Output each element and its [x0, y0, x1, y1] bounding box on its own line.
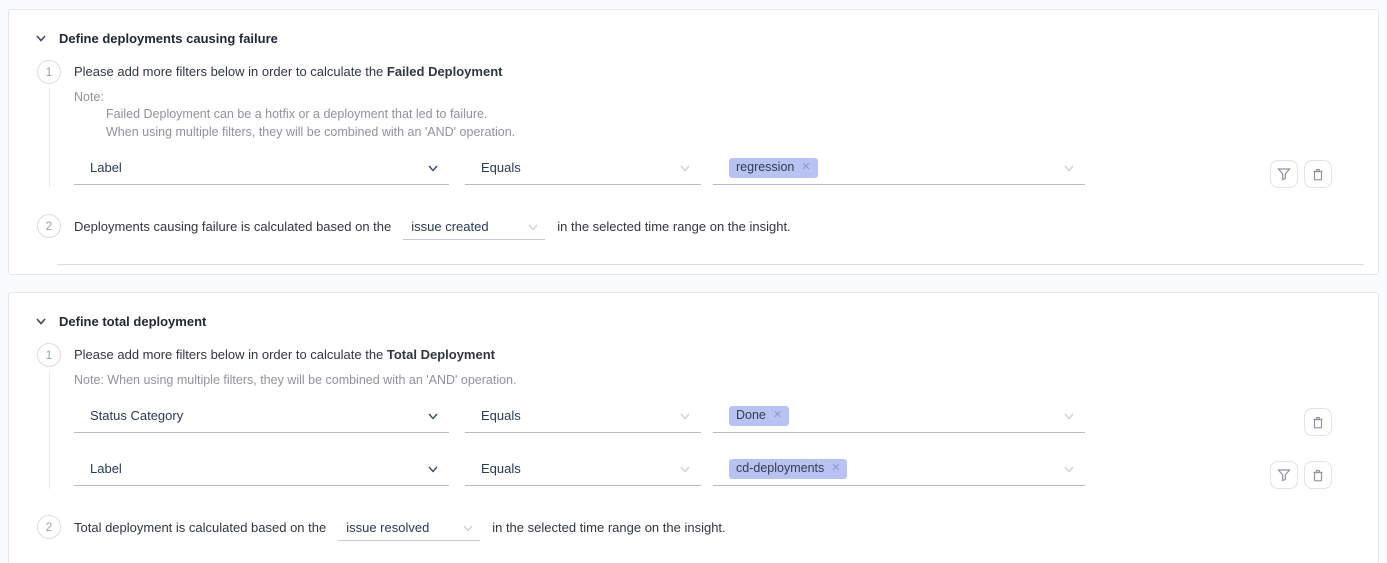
step-connector-line: [49, 88, 50, 188]
filter-operator-select[interactable]: Equals: [465, 152, 701, 185]
calc-basis-value: issue created: [411, 215, 488, 239]
calc-text-before: Total deployment is calculated based on …: [74, 516, 326, 540]
note-line: When using multiple filters, they will b…: [106, 124, 1364, 142]
chevron-down-icon: [35, 32, 47, 44]
chevron-down-icon: [427, 410, 439, 422]
chevron-down-icon: [679, 463, 691, 475]
step-2: 2 Deployments causing failure is calcula…: [9, 214, 1378, 240]
step-number-badge: 2: [37, 214, 61, 238]
section-deployments-causing-failure: Define deployments causing failure 1 Ple…: [8, 9, 1379, 275]
filter-operator-value: Equals: [481, 408, 521, 423]
step-number-badge: 1: [37, 343, 61, 367]
filter-attribute-select[interactable]: Status Category: [74, 400, 449, 433]
filter-operator-select[interactable]: Equals: [465, 400, 701, 433]
section-header-deployments-causing-failure[interactable]: Define deployments causing failure: [9, 30, 1378, 46]
note-label: Note:: [74, 89, 1364, 106]
filter-attribute-value: Label: [90, 461, 122, 476]
remove-tag-icon[interactable]: ✕: [773, 408, 782, 423]
filter-attribute-select[interactable]: Label: [74, 453, 449, 486]
value-tag: regression ✕: [729, 158, 818, 178]
value-tag-label: cd-deployments: [736, 461, 824, 476]
remove-tag-icon[interactable]: ✕: [801, 160, 810, 175]
filter-values-select[interactable]: regression ✕: [713, 152, 1085, 185]
value-tag-label: Done: [736, 408, 766, 423]
filter-values-select[interactable]: Done ✕: [713, 400, 1085, 433]
chevron-down-icon: [35, 315, 47, 327]
funnel-icon: [1277, 167, 1291, 181]
step-number-badge: 2: [37, 515, 61, 539]
chevron-down-icon: [427, 463, 439, 475]
filter-row: Status Category Equals Done ✕: [74, 396, 1364, 436]
chevron-down-icon: [1063, 410, 1075, 422]
filter-operator-value: Equals: [481, 160, 521, 175]
value-tag-label: regression: [736, 160, 794, 175]
instruction-text: Please add more filters below in order t…: [74, 64, 387, 79]
delete-filter-button[interactable]: [1304, 461, 1332, 489]
trash-icon: [1311, 415, 1325, 429]
chevron-down-icon: [1063, 463, 1075, 475]
chevron-down-icon: [427, 162, 439, 174]
instruction-metric-name: Failed Deployment: [387, 64, 503, 79]
filter-operator-value: Equals: [481, 461, 521, 476]
step-instruction: Please add more filters below in order t…: [74, 343, 1364, 367]
value-tag: Done ✕: [729, 406, 789, 426]
delete-filter-button[interactable]: [1304, 408, 1332, 436]
step-connector-line: [49, 371, 50, 489]
chevron-down-icon: [462, 522, 474, 534]
chevron-down-icon: [527, 221, 539, 233]
trash-icon: [1311, 167, 1325, 181]
calc-basis-select[interactable]: issue created: [403, 214, 545, 240]
calc-text-before: Deployments causing failure is calculate…: [74, 215, 391, 239]
chevron-down-icon: [679, 410, 691, 422]
calc-text-after: in the selected time range on the insigh…: [557, 215, 790, 239]
delete-filter-button[interactable]: [1304, 160, 1332, 188]
filter-attribute-value: Status Category: [90, 408, 183, 423]
section-title: Define total deployment: [59, 314, 206, 329]
note-line: Note: When using multiple filters, they …: [74, 372, 1364, 389]
trash-icon: [1311, 468, 1325, 482]
funnel-icon: [1277, 468, 1291, 482]
note-line: Failed Deployment can be a hotfix or a d…: [106, 106, 1364, 124]
instruction-text: Please add more filters below in order t…: [74, 347, 387, 362]
value-tag: cd-deployments ✕: [729, 459, 847, 479]
instruction-metric-name: Total Deployment: [387, 347, 495, 362]
step-instruction: Please add more filters below in order t…: [74, 60, 1364, 84]
section-title: Define deployments causing failure: [59, 31, 278, 46]
section-total-deployment: Define total deployment 1 Please add mor…: [8, 292, 1379, 563]
section-header-total-deployment[interactable]: Define total deployment: [9, 313, 1378, 329]
step-number-badge: 1: [37, 60, 61, 84]
filter-operator-select[interactable]: Equals: [465, 453, 701, 486]
advanced-filter-button[interactable]: [1270, 160, 1298, 188]
step-2: 2 Total deployment is calculated based o…: [9, 515, 1378, 541]
filter-row: Label Equals regression ✕: [74, 148, 1364, 188]
calc-text-after: in the selected time range on the insigh…: [492, 516, 725, 540]
advanced-filter-button[interactable]: [1270, 461, 1298, 489]
step-1: 1 Please add more filters below in order…: [9, 60, 1378, 188]
calc-basis-select[interactable]: issue resolved: [338, 515, 480, 541]
step-1: 1 Please add more filters below in order…: [9, 343, 1378, 489]
chevron-down-icon: [679, 162, 691, 174]
filter-row: Label Equals cd-deployments ✕: [74, 449, 1364, 489]
chevron-down-icon: [1063, 162, 1075, 174]
calc-basis-value: issue resolved: [346, 516, 429, 540]
filter-attribute-value: Label: [90, 160, 122, 175]
filter-attribute-select[interactable]: Label: [74, 152, 449, 185]
filter-values-select[interactable]: cd-deployments ✕: [713, 453, 1085, 486]
remove-tag-icon[interactable]: ✕: [831, 461, 840, 476]
